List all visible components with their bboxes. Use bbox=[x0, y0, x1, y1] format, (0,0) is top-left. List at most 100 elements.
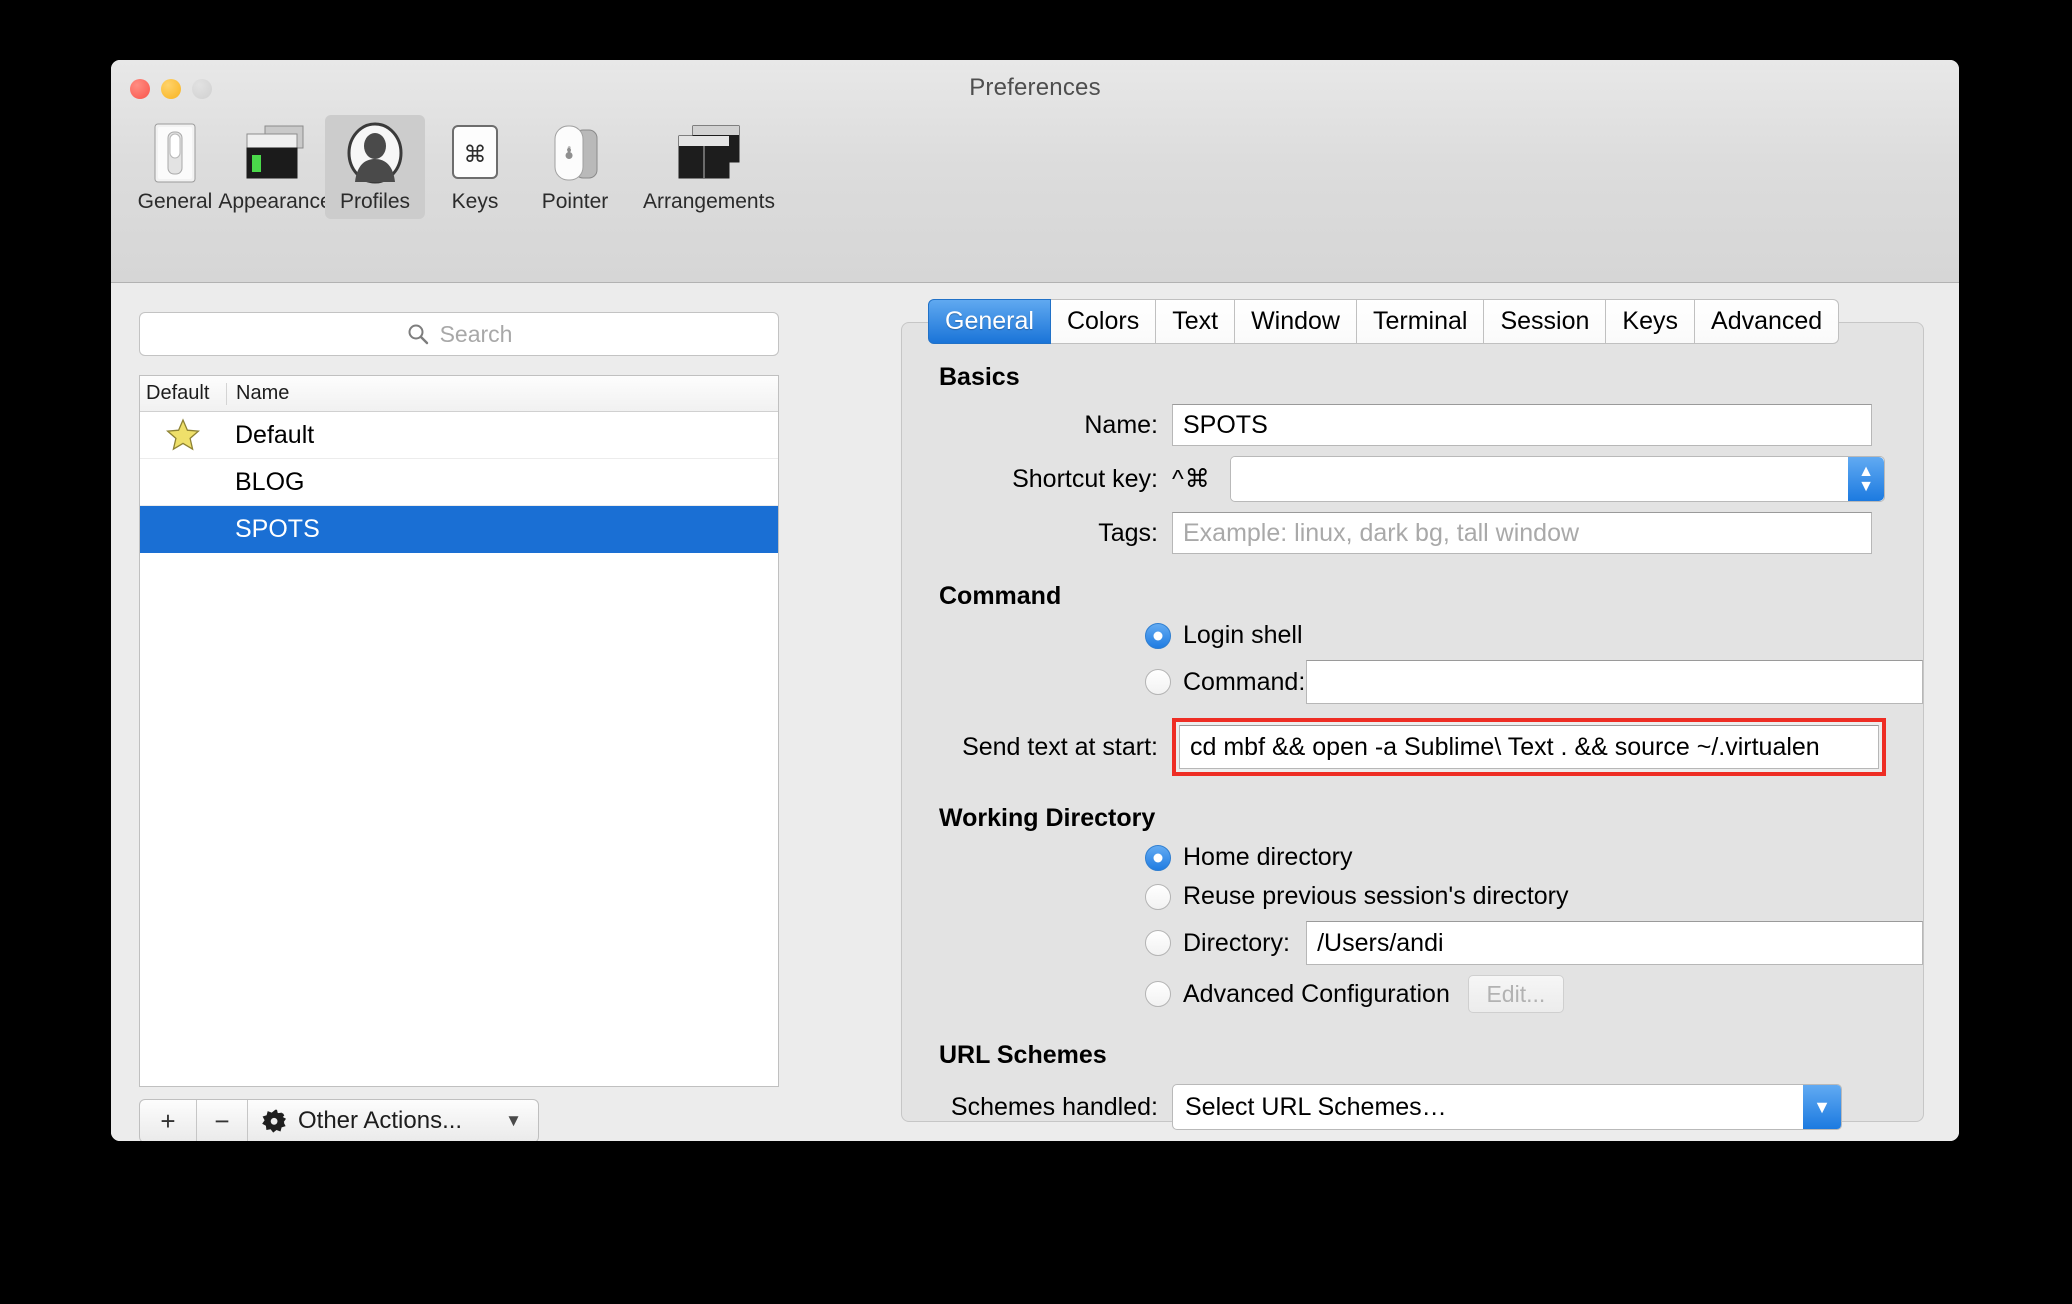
send-text-highlight-box: cd mbf && open -a Sublime\ Text . && sou… bbox=[1172, 718, 1886, 776]
command-heading: Command bbox=[939, 582, 1062, 610]
home-directory-row[interactable]: Home directory bbox=[902, 843, 1923, 872]
command-row[interactable]: Command: bbox=[902, 660, 1923, 704]
window-title: Preferences bbox=[969, 74, 1101, 101]
profiles-sidebar: Search Default Name Default BLOG SPOTS +… bbox=[139, 312, 779, 1141]
login-shell-radio[interactable] bbox=[1145, 622, 1171, 649]
general-switch-icon bbox=[146, 122, 204, 184]
profiles-list-toolbar: + − Other Actions... ▼ bbox=[139, 1099, 539, 1141]
shortcut-modifier-glyphs: ^⌘ bbox=[1172, 465, 1211, 493]
general-tab-panel: Basics Name: SPOTS Shortcut key: ^⌘ ▲ ▼ bbox=[901, 322, 1924, 1130]
schemes-handled-label: Schemes handled: bbox=[950, 1092, 1158, 1121]
profile-name: SPOTS bbox=[235, 514, 320, 543]
preferences-body: Search Default Name Default BLOG SPOTS +… bbox=[111, 284, 1959, 1141]
default-profile-star[interactable] bbox=[140, 417, 226, 453]
shortcut-key-label: Shortcut key: bbox=[1012, 464, 1158, 493]
profile-tabbar: General Colors Text Window Terminal Sess… bbox=[928, 299, 1924, 344]
directory-label: Directory: bbox=[1183, 928, 1290, 957]
toolbar-item-profiles[interactable]: Profiles bbox=[325, 115, 425, 219]
other-actions-label: Other Actions... bbox=[298, 1107, 463, 1134]
home-directory-label: Home directory bbox=[1183, 843, 1353, 871]
advanced-configuration-radio[interactable] bbox=[1145, 981, 1171, 1007]
toolbar-item-pointer[interactable]: Pointer bbox=[525, 115, 625, 219]
edit-button[interactable]: Edit... bbox=[1467, 975, 1564, 1013]
send-text-input[interactable]: cd mbf && open -a Sublime\ Text . && sou… bbox=[1179, 725, 1879, 769]
profile-name: Default bbox=[235, 420, 315, 449]
login-shell-label: Login shell bbox=[1183, 621, 1303, 649]
table-row-selected[interactable]: SPOTS bbox=[140, 506, 778, 553]
other-actions-button[interactable]: Other Actions... ▼ bbox=[248, 1100, 538, 1141]
profiles-table[interactable]: Default Name Default BLOG SPOTS bbox=[139, 375, 779, 1087]
advanced-configuration-row[interactable]: Advanced Configuration Edit... bbox=[902, 975, 1923, 1013]
toolbar-item-label: Appearance bbox=[218, 190, 332, 213]
reuse-directory-label: Reuse previous session's directory bbox=[1183, 882, 1569, 910]
schemes-handled-row: Schemes handled: Select URL Schemes… ▼ bbox=[902, 1084, 1923, 1130]
basics-heading: Basics bbox=[939, 363, 1020, 391]
command-input[interactable] bbox=[1306, 660, 1923, 704]
shortcut-key-input[interactable] bbox=[1231, 457, 1848, 499]
name-field-row: Name: SPOTS bbox=[902, 404, 1923, 446]
chevron-up-icon: ▲ bbox=[1858, 463, 1874, 480]
preferences-toolbar: General Appearance Profiles ⌘ Keys Point… bbox=[125, 115, 793, 219]
schemes-handled-value: Select URL Schemes… bbox=[1185, 1092, 1447, 1121]
tags-input[interactable]: Example: linux, dark bg, tall window bbox=[1172, 512, 1872, 554]
schemes-handled-popup[interactable]: Select URL Schemes… ▼ bbox=[1172, 1084, 1842, 1130]
command-radio[interactable] bbox=[1145, 669, 1171, 695]
login-shell-row[interactable]: Login shell bbox=[902, 621, 1923, 650]
directory-input[interactable]: /Users/andi bbox=[1306, 921, 1923, 965]
search-placeholder: Search bbox=[439, 320, 513, 347]
send-text-label: Send text at start: bbox=[962, 732, 1158, 761]
star-icon bbox=[166, 418, 200, 451]
tab-session[interactable]: Session bbox=[1484, 299, 1607, 344]
toolbar-item-label: General bbox=[137, 190, 213, 213]
shortcut-stepper[interactable]: ▲ ▼ bbox=[1848, 457, 1884, 501]
send-text-row: Send text at start: cd mbf && open -a Su… bbox=[902, 718, 1923, 776]
search-input[interactable]: Search bbox=[139, 312, 779, 356]
reuse-directory-radio[interactable] bbox=[1145, 883, 1171, 910]
tab-advanced[interactable]: Advanced bbox=[1695, 299, 1840, 344]
tab-colors[interactable]: Colors bbox=[1050, 299, 1157, 344]
reuse-directory-row[interactable]: Reuse previous session's directory bbox=[902, 882, 1923, 911]
tab-window[interactable]: Window bbox=[1235, 299, 1357, 344]
table-row[interactable]: Default bbox=[140, 412, 778, 459]
shortcut-key-combo[interactable]: ▲ ▼ bbox=[1230, 456, 1885, 502]
arrangements-windows-icon bbox=[675, 122, 743, 184]
toolbar-item-label: Arrangements bbox=[643, 190, 775, 213]
custom-directory-radio[interactable] bbox=[1145, 930, 1171, 956]
name-label: Name: bbox=[1084, 410, 1158, 439]
command-label: Command: bbox=[1183, 667, 1306, 696]
svg-text:⌘: ⌘ bbox=[464, 142, 487, 168]
remove-profile-button[interactable]: − bbox=[197, 1100, 248, 1141]
chevron-down-icon: ▼ bbox=[1858, 478, 1874, 495]
search-icon bbox=[408, 324, 428, 345]
tab-general[interactable]: General bbox=[928, 299, 1051, 344]
profile-name: BLOG bbox=[235, 467, 305, 496]
toolbar-item-label: Profiles bbox=[339, 190, 411, 213]
column-header-default[interactable]: Default bbox=[140, 382, 226, 405]
table-row[interactable]: BLOG bbox=[140, 459, 778, 506]
toolbar-item-keys[interactable]: ⌘ Keys bbox=[425, 115, 525, 219]
chevron-down-icon: ▼ bbox=[505, 1111, 522, 1130]
add-profile-button[interactable]: + bbox=[140, 1100, 197, 1141]
search-inner: Search bbox=[406, 320, 513, 348]
profile-detail-panel: General Colors Text Window Terminal Sess… bbox=[901, 299, 1924, 1130]
working-directory-heading: Working Directory bbox=[939, 804, 1156, 832]
preferences-window: Preferences General Appearance Profiles … bbox=[111, 60, 1959, 1141]
toolbar-item-general[interactable]: General bbox=[125, 115, 225, 219]
chevron-down-icon[interactable]: ▼ bbox=[1803, 1085, 1841, 1129]
tags-label: Tags: bbox=[1098, 518, 1158, 547]
toolbar-item-arrangements[interactable]: Arrangements bbox=[625, 115, 793, 219]
tab-text[interactable]: Text bbox=[1156, 299, 1236, 344]
profiles-table-header: Default Name bbox=[140, 376, 778, 412]
profiles-person-icon bbox=[346, 122, 404, 184]
home-directory-radio[interactable] bbox=[1145, 844, 1171, 871]
column-header-name[interactable]: Name bbox=[227, 382, 289, 405]
url-schemes-heading: URL Schemes bbox=[939, 1041, 1107, 1069]
keys-command-key-icon: ⌘ bbox=[449, 122, 501, 184]
custom-directory-row[interactable]: Directory: /Users/andi bbox=[902, 921, 1923, 965]
tab-keys[interactable]: Keys bbox=[1606, 299, 1696, 344]
advanced-configuration-label: Advanced Configuration bbox=[1183, 979, 1450, 1008]
tab-terminal[interactable]: Terminal bbox=[1356, 299, 1485, 344]
shortcut-field-row: Shortcut key: ^⌘ ▲ ▼ bbox=[902, 456, 1923, 502]
toolbar-item-appearance[interactable]: Appearance bbox=[218, 115, 332, 219]
name-input[interactable]: SPOTS bbox=[1172, 404, 1872, 446]
